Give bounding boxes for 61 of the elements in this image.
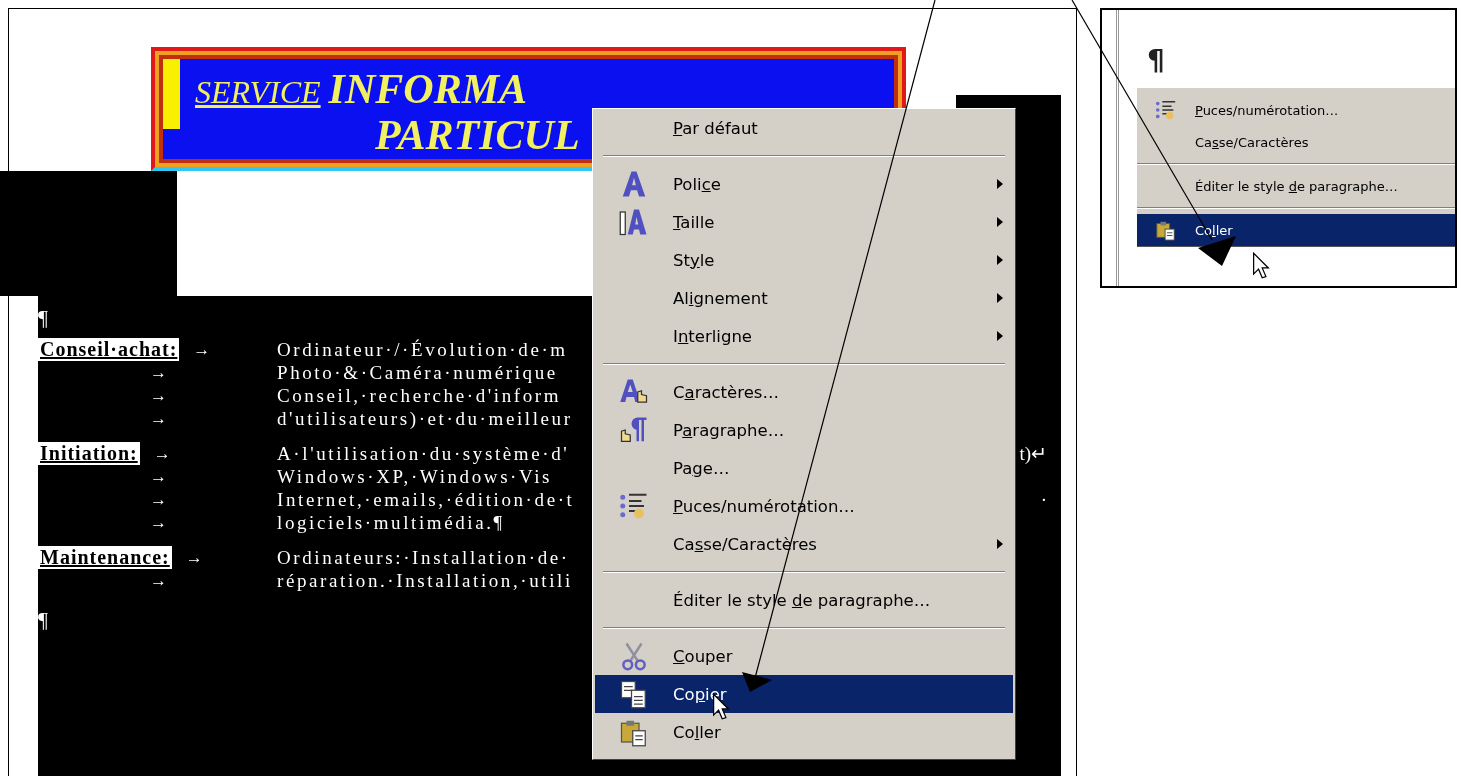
- banner-title: INFORMA: [328, 65, 527, 113]
- submenu-arrow-icon: [997, 217, 1003, 227]
- tab-arrow: →: [150, 466, 167, 487]
- body-text: ·: [1040, 488, 1047, 511]
- menu-item[interactable]: Coller: [595, 713, 1013, 751]
- tab-arrow: →: [150, 385, 167, 406]
- section-label: Maintenance:: [38, 546, 172, 569]
- body-text: d'utilisateurs)·et·du·meilleur: [277, 407, 573, 430]
- body-text: Conseil,·recherche·d'inform: [277, 384, 562, 407]
- body-text: t)↵: [1019, 442, 1047, 465]
- menu-item[interactable]: Éditer le style de paragraphe…: [1137, 170, 1455, 202]
- bullet-list-icon: [619, 491, 649, 521]
- tab-arrow: →: [150, 408, 167, 429]
- banner-title: PARTICUL: [375, 112, 580, 158]
- paste-icon: [1155, 219, 1177, 241]
- bullet-list-icon: [1155, 99, 1177, 121]
- tab-arrow: →: [150, 512, 167, 533]
- tab-arrow: →: [150, 362, 167, 383]
- menu-item[interactable]: Puces/numérotation…: [1137, 94, 1455, 126]
- body-text: Ordinateur·/·Évolution·de·m: [277, 338, 568, 361]
- submenu-arrow-icon: [997, 179, 1003, 189]
- body-text: logiciels·multimédia.¶: [277, 511, 505, 534]
- tab-arrow: →: [185, 547, 203, 568]
- copy-icon: [619, 679, 649, 709]
- menu-item[interactable]: Taille: [595, 203, 1013, 241]
- tab-arrow: →: [153, 443, 171, 464]
- tab-arrow: →: [150, 570, 167, 591]
- menu-item[interactable]: Interligne: [595, 317, 1013, 355]
- menu-item[interactable]: Caractères…: [595, 373, 1013, 411]
- submenu-arrow-icon: [997, 255, 1003, 265]
- submenu-arrow-icon: [997, 293, 1003, 303]
- body-text: Windows·XP,·Windows·Vis: [277, 465, 553, 488]
- menu-item[interactable]: Alignement: [595, 279, 1013, 317]
- menu-item[interactable]: Page…: [595, 449, 1013, 487]
- menu-item[interactable]: Casse/Caractères: [1137, 126, 1455, 158]
- menu-item[interactable]: Police: [595, 165, 1013, 203]
- paragraph-mark: ¶: [38, 606, 49, 634]
- tab-arrow: →: [150, 489, 167, 510]
- font-size-icon: [619, 207, 649, 237]
- paragraph-icon: [619, 415, 649, 445]
- banner-corner: [163, 59, 180, 129]
- section-label: Initiation:: [38, 442, 140, 465]
- section-label: Conseil·achat:: [38, 338, 180, 361]
- tab-arrow: →: [193, 339, 211, 360]
- paragraph-mark: ¶: [1147, 44, 1166, 79]
- menu-item[interactable]: Style: [595, 241, 1013, 279]
- menu-item[interactable]: Paragraphe…: [595, 411, 1013, 449]
- submenu-arrow-icon: [997, 331, 1003, 341]
- mouse-pointer-icon: [1252, 252, 1270, 279]
- paragraph-mark: ¶: [38, 304, 49, 332]
- body-text: A·l'utilisation·du·système·d': [277, 442, 570, 465]
- body-text: réparation.·Installation,·utili: [277, 569, 573, 592]
- menu-item[interactable]: Couper: [595, 637, 1013, 675]
- banner-title: SERVICE: [195, 74, 321, 111]
- menu-item[interactable]: Par défaut: [595, 109, 1013, 147]
- body-text: Ordinateurs:·Installation·de·: [277, 546, 570, 569]
- body-text: Internet,·emails,·édition·de·t: [277, 488, 575, 511]
- scissors-icon: [619, 641, 649, 671]
- submenu-arrow-icon: [997, 539, 1003, 549]
- body-text: Photo·&·Caméra·numérique: [277, 361, 558, 384]
- menu-item[interactable]: Coller: [1137, 214, 1455, 246]
